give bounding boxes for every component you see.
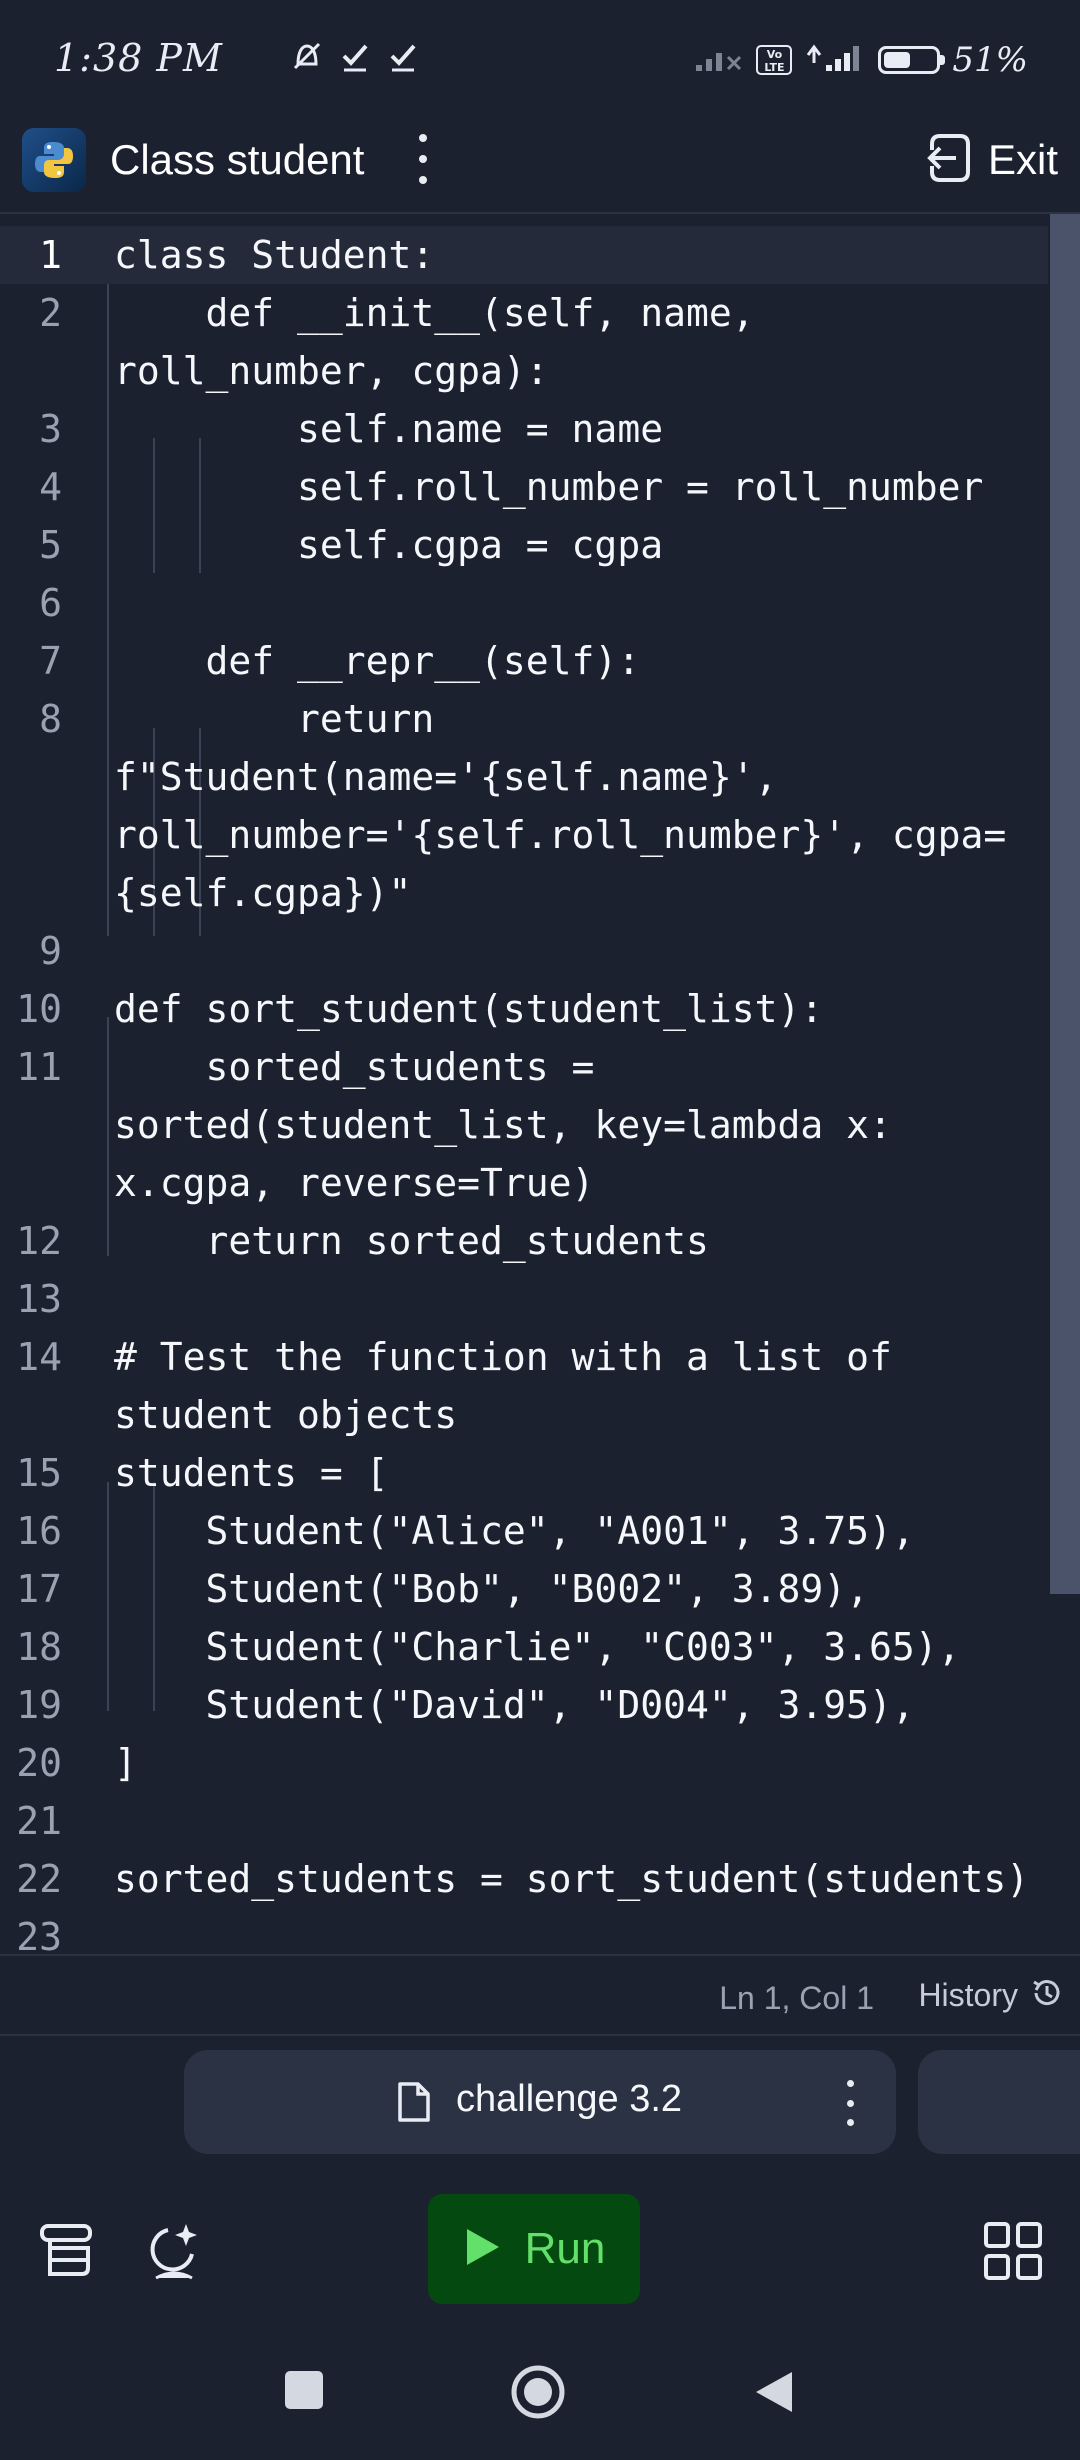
code-editor[interactable]: 1 class Student: 2 def __init__(self, name… xyxy=(0,214,1080,1954)
code-text[interactable]: Student("David", "D004", 3.95), xyxy=(114,1676,1054,1734)
history-button[interactable]: History xyxy=(918,1976,1064,2014)
code-text[interactable]: students = [ xyxy=(114,1444,1054,1502)
line-number: 7 xyxy=(39,639,62,683)
line-number: 8 xyxy=(39,697,62,741)
history-label: History xyxy=(918,1976,1018,2013)
line-number: 21 xyxy=(16,1799,62,1843)
code-text[interactable]: def __init__(self, name, xyxy=(114,284,1054,342)
cursor-position: Ln 1, Col 1 xyxy=(719,1980,874,2016)
line-number: 18 xyxy=(16,1625,62,1669)
volte-badge: Vo LTE xyxy=(756,45,793,75)
next-file-tab[interactable] xyxy=(918,2050,1080,2154)
line-number: 10 xyxy=(16,987,62,1031)
line-number: 12 xyxy=(16,1219,62,1263)
history-icon xyxy=(1030,1976,1064,2014)
code-text[interactable]: {self.cgpa})" xyxy=(114,864,1054,922)
line-number: 15 xyxy=(16,1451,62,1495)
apps-grid-icon[interactable] xyxy=(982,2220,1044,2286)
back-button[interactable] xyxy=(752,2368,796,2420)
signal-icon xyxy=(804,43,866,77)
battery-percentage: 51% xyxy=(952,40,1028,80)
code-text[interactable]: return xyxy=(114,690,1054,748)
line-number: 17 xyxy=(16,1567,62,1611)
python-logo-icon xyxy=(22,128,86,192)
code-text[interactable]: sorted_students = sort_student(students) xyxy=(114,1850,1054,1908)
code-text[interactable]: Student("Bob", "B002", 3.89), xyxy=(114,1560,1054,1618)
line-number: 19 xyxy=(16,1683,62,1727)
play-icon xyxy=(463,2225,503,2273)
exit-icon xyxy=(920,132,972,188)
code-text[interactable]: ] xyxy=(114,1734,1054,1792)
line-number: 3 xyxy=(39,407,62,451)
signal-icon xyxy=(694,43,744,77)
line-number: 6 xyxy=(39,581,62,625)
line-number: 20 xyxy=(16,1741,62,1785)
code-text[interactable]: def sort_student(student_list): xyxy=(114,980,1054,1038)
code-text[interactable]: Student("Alice", "A001", 3.75), xyxy=(114,1502,1054,1560)
code-text[interactable]: student objects xyxy=(114,1386,1054,1444)
system-navigation-bar xyxy=(0,2326,1080,2460)
editor-scrollbar[interactable] xyxy=(1050,214,1080,1594)
code-text[interactable]: self.roll_number = roll_number xyxy=(114,458,1054,516)
line-number: 4 xyxy=(39,465,62,509)
exit-label: Exit xyxy=(987,136,1058,183)
layers-icon[interactable] xyxy=(36,2220,96,2284)
code-text[interactable]: # Test the function with a list of xyxy=(114,1328,1054,1386)
status-system-icons: Vo LTE 51% xyxy=(694,40,1028,80)
exit-button[interactable]: Exit xyxy=(920,128,1058,192)
file-options-icon[interactable] xyxy=(840,2080,860,2126)
run-label: Run xyxy=(524,2224,606,2273)
dnd-icon xyxy=(292,40,322,74)
app-header: Class student Exit xyxy=(0,120,1080,214)
line-number: 1 xyxy=(39,233,62,277)
system-status-bar: 1:38 PM Vo LTE 51% xyxy=(0,0,1080,120)
ai-assistant-icon[interactable] xyxy=(146,2220,206,2288)
code-text[interactable]: self.name = name xyxy=(114,400,1054,458)
line-number: 13 xyxy=(16,1277,62,1321)
project-title: Class student xyxy=(110,136,365,183)
status-time: 1:38 PM xyxy=(54,36,223,80)
code-text[interactable]: class Student: xyxy=(114,226,1054,284)
file-tabs: challenge 3.2 xyxy=(0,2036,1080,2176)
check-icon xyxy=(340,40,370,74)
code-text[interactable]: self.cgpa = cgpa xyxy=(114,516,1054,574)
code-text[interactable]: roll_number='{self.roll_number}', cgpa= xyxy=(114,806,1054,864)
run-button[interactable]: Run xyxy=(428,2194,640,2304)
code-text[interactable]: x.cgpa, reverse=True) xyxy=(114,1154,1054,1212)
line-number: 22 xyxy=(16,1857,62,1901)
line-number: 14 xyxy=(16,1335,62,1379)
code-text[interactable]: f"Student(name='{self.name}', xyxy=(114,748,1054,806)
file-tab[interactable]: challenge 3.2 xyxy=(184,2050,896,2154)
line-number: 5 xyxy=(39,523,62,567)
line-number: 9 xyxy=(39,929,62,973)
home-button[interactable] xyxy=(510,2364,566,2424)
line-number: 11 xyxy=(16,1045,62,1089)
code-text[interactable]: Student("Charlie", "C003", 3.65), xyxy=(114,1618,1054,1676)
code-text[interactable]: return sorted_students xyxy=(114,1212,1054,1270)
recent-apps-button[interactable] xyxy=(282,2368,326,2416)
file-icon xyxy=(396,2080,432,2128)
line-number: 2 xyxy=(39,291,62,335)
status-notification-icons xyxy=(292,40,418,74)
editor-status-line: Ln 1, Col 1 History xyxy=(0,1954,1080,2036)
line-number: 16 xyxy=(16,1509,62,1553)
file-tab-label: challenge 3.2 xyxy=(456,2078,683,2120)
code-text[interactable]: roll_number, cgpa): xyxy=(114,342,1054,400)
line-number: 23 xyxy=(16,1915,62,1954)
bottom-toolbar: Run xyxy=(0,2176,1080,2326)
code-text[interactable]: def __repr__(self): xyxy=(114,632,1054,690)
more-options-icon[interactable] xyxy=(408,134,438,184)
battery-icon xyxy=(878,46,946,74)
code-text[interactable]: sorted(student_list, key=lambda x: xyxy=(114,1096,1054,1154)
check-icon xyxy=(388,40,418,74)
battery-level xyxy=(884,52,911,68)
code-text[interactable]: sorted_students = xyxy=(114,1038,1054,1096)
